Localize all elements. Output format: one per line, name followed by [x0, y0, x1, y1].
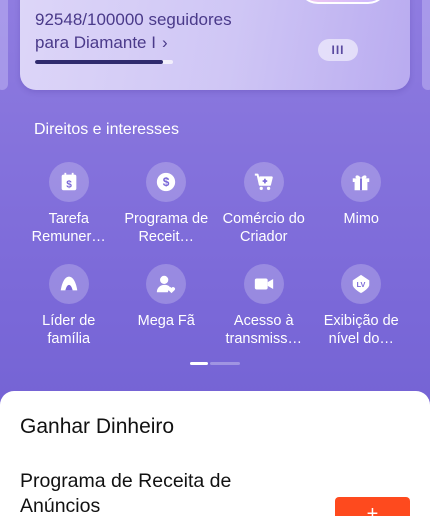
svg-text:$: $ — [66, 180, 72, 191]
svg-text:LV: LV — [357, 280, 366, 289]
calendar-dollar-icon: $ — [48, 162, 89, 202]
cart-plus-icon — [243, 162, 284, 202]
page-indicator-inactive — [210, 362, 240, 365]
user-heart-icon — [146, 264, 187, 304]
ad-revenue-program-title: Programa de Receita de Anúncios — [20, 470, 232, 516]
page-indicator-active — [190, 362, 208, 365]
benefit-label: Tarefa Remuner… — [31, 211, 106, 245]
chevron-right-icon: › — [161, 33, 168, 52]
benefits-grid: $ Tarefa Remuner… $ Programa de Receit… … — [20, 162, 410, 348]
benefit-mega-fan[interactable]: Mega Fã — [118, 264, 216, 348]
target-level-link[interactable]: para Diamante I › — [35, 31, 232, 54]
benefit-family-leader[interactable]: Líder de família — [20, 264, 118, 348]
gift-icon — [341, 162, 382, 202]
benefit-label: Exibição de nível do… — [323, 313, 399, 347]
follower-progress-fill — [35, 60, 163, 64]
adjacent-card-left — [0, 0, 8, 90]
level-badge-art — [298, 0, 388, 4]
follower-progress: 92548/100000 seguidores — [35, 10, 232, 29]
benefit-label: Comércio do Criador — [222, 211, 305, 245]
tent-icon — [48, 264, 89, 304]
earn-money-sheet: Ganhar Dinheiro Programa de Receita de A… — [0, 391, 430, 516]
svg-text:$: $ — [163, 175, 170, 189]
benefit-stream-access[interactable]: Acesso à transmiss… — [215, 264, 313, 348]
level-progress-text[interactable]: 92548/100000 seguidores para Diamante I › — [35, 8, 232, 54]
benefit-label: Mega Fã — [137, 313, 195, 329]
dollar-coin-icon: $ — [146, 162, 187, 202]
join-program-button[interactable]: + — [335, 497, 410, 516]
benefit-label: Mimo — [343, 211, 379, 227]
sheet-title: Ganhar Dinheiro — [20, 415, 175, 438]
level-pill[interactable]: III — [318, 39, 358, 61]
benefit-label: Líder de família — [42, 313, 96, 347]
level-badge-icon: LV — [341, 264, 382, 304]
benefit-paid-task[interactable]: $ Tarefa Remuner… — [20, 162, 118, 246]
target-level-label: para Diamante I — [35, 33, 156, 52]
benefit-level-display[interactable]: LV Exibição de nível do… — [313, 264, 411, 348]
benefit-creator-commerce[interactable]: Comércio do Criador — [215, 162, 313, 246]
benefit-label: Acesso à transmiss… — [225, 313, 303, 347]
adjacent-card-right — [422, 0, 430, 90]
level-progress-card[interactable]: 92548/100000 seguidores para Diamante I ›… — [20, 0, 410, 90]
section-title: Direitos e interesses — [34, 121, 179, 138]
benefit-label: Programa de Receit… — [124, 211, 209, 245]
benefit-gift[interactable]: Mimo — [313, 162, 411, 246]
benefit-revenue-program[interactable]: $ Programa de Receit… — [118, 162, 216, 246]
follower-progress-bar — [35, 60, 173, 64]
page-indicator — [190, 362, 240, 366]
video-camera-icon — [243, 264, 284, 304]
